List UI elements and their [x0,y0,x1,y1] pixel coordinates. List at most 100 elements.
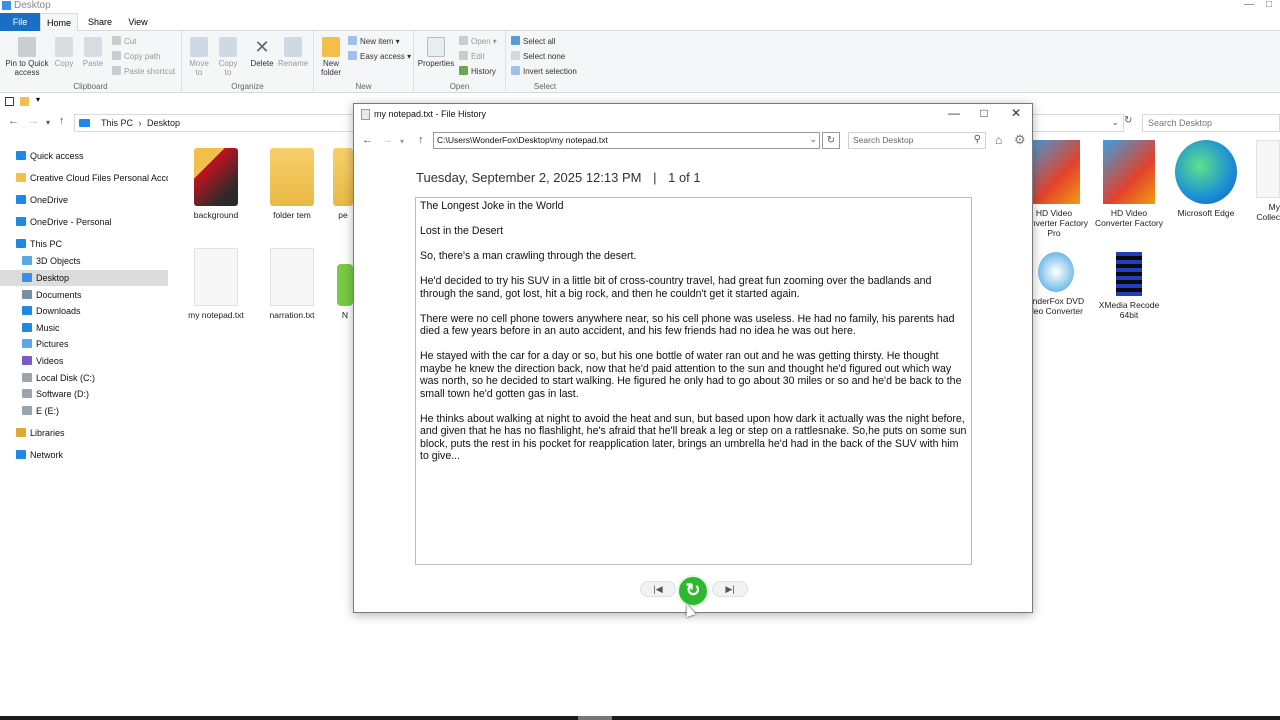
new-item-button[interactable]: New item ▾ [348,36,400,46]
sidebar-item[interactable]: Desktop [0,270,168,286]
properties-quick-icon[interactable] [5,97,14,106]
paste-shortcut-button[interactable]: Paste shortcut [112,66,175,76]
sidebar-item-label: OneDrive - Personal [30,217,112,227]
paste-button[interactable]: Paste [81,37,105,68]
select-none-label: Select none [523,52,566,61]
sidebar-item[interactable]: Creative Cloud Files Personal Account [0,170,168,186]
minimize-icon[interactable]: — [944,106,964,120]
breadcrumb-desktop[interactable]: Desktop [147,118,180,128]
copy-path-button[interactable]: Copy path [112,51,160,61]
explorer-title: Desktop [14,0,51,11]
tab-share[interactable]: Share [80,13,120,31]
back-arrow-icon[interactable]: ← [8,115,19,127]
delete-button[interactable]: ✕ Delete [248,37,276,68]
customize-toolbar-icon[interactable]: ▾ [36,95,45,104]
tab-view[interactable]: View [120,13,156,31]
minimize-icon[interactable]: — [1244,0,1254,10]
next-version-button[interactable]: ▶| [712,581,748,597]
restore-button[interactable]: ↻ [677,575,709,607]
open-button[interactable]: Open ▾ [459,36,497,46]
paste-shortcut-icon [112,66,121,75]
refresh-icon[interactable]: ↻ [1124,115,1132,126]
file-item[interactable]: pe [331,148,355,220]
edit-button[interactable]: Edit [459,51,485,61]
up-arrow-icon[interactable]: ↑ [418,134,424,146]
close-icon[interactable]: ✕ [1006,106,1026,120]
easy-access-button[interactable]: Easy access ▾ [348,51,411,61]
copy-path-icon [112,51,121,60]
select-all-button[interactable]: Select all [511,36,555,46]
search-input[interactable]: Search Desktop [1142,114,1280,132]
file-item[interactable]: Microsoft Edge [1171,140,1241,218]
file-history-address-bar[interactable]: C:\Users\WonderFox\Desktop\my notepad.tx… [433,132,820,149]
sidebar-item[interactable]: 3D Objects [0,253,168,269]
file-item[interactable]: N [336,264,354,320]
history-button[interactable]: History [459,66,496,76]
cut-button[interactable]: Cut [112,36,136,46]
clipboard-group-label: Clipboard [73,82,108,91]
file-item[interactable]: My Collec [1248,140,1280,222]
ribbon-tabs: File Home Share View [0,13,1280,31]
gear-icon[interactable]: ⚙ [1014,132,1026,148]
breadcrumb-this-pc[interactable]: This PC [101,118,133,128]
forward-arrow-icon[interactable]: → [382,134,393,146]
previous-version-button[interactable]: |◀ [640,581,676,597]
copy-to-icon [219,37,237,57]
sidebar-item[interactable]: Videos [0,353,168,369]
file-item[interactable]: XMedia Recode 64bit [1094,252,1164,320]
open-group-label: Open [449,82,470,91]
invert-selection-button[interactable]: Invert selection [511,66,577,76]
sidebar-item[interactable]: Downloads [0,303,168,319]
nav-item-icon [22,306,32,315]
sidebar-item-label: E (E:) [36,406,60,416]
invert-selection-label: Invert selection [523,67,577,76]
document-preview[interactable]: The Longest Joke in the World Lost in th… [415,197,972,565]
address-dropdown-icon[interactable]: ⌄ [809,134,817,145]
tab-file[interactable]: File [0,13,40,31]
copy-to-button[interactable]: Copy to [215,37,241,77]
forward-arrow-icon[interactable]: → [28,115,39,127]
maximize-icon[interactable]: □ [974,106,994,120]
recent-locations-icon[interactable]: ▾ [400,137,404,146]
new-folder-button[interactable]: New folder [318,37,344,77]
pin-quick-access-button[interactable]: Pin to Quick access [4,37,50,77]
maximize-icon[interactable]: □ [1266,0,1272,10]
file-item[interactable]: narration.txt [257,248,327,320]
tab-home[interactable]: Home [40,13,78,31]
select-none-button[interactable]: Select none [511,51,565,61]
copy-button[interactable]: Copy [52,37,76,68]
new-folder-quick-icon[interactable] [20,97,29,106]
nav-item-icon [16,151,26,160]
sidebar-item[interactable]: Software (D:) [0,386,168,402]
file-item[interactable]: folder tem [257,148,327,220]
sidebar-item[interactable]: Music [0,320,168,336]
recent-locations-icon[interactable]: ▾ [46,118,50,127]
properties-button[interactable]: Properties [417,37,455,68]
file-history-nav: ← → ▾ ↑ C:\Users\WonderFox\Desktop\my no… [354,131,1032,153]
move-to-button[interactable]: Move to [186,37,212,77]
home-icon[interactable]: ⌂ [995,133,1002,147]
sidebar-item[interactable]: E (E:) [0,403,168,419]
file-item[interactable]: HD Video Converter Factory [1094,140,1164,228]
sidebar-item[interactable]: Local Disk (C:) [0,370,168,386]
file-history-search-input[interactable]: Search Desktop ⚲ [848,132,986,149]
sidebar-item[interactable]: Libraries [0,425,168,441]
sidebar-item[interactable]: Quick access [0,148,168,164]
sidebar-item[interactable]: Documents [0,287,168,303]
sidebar-item[interactable]: Network [0,447,168,463]
refresh-button[interactable]: ↻ [822,132,840,149]
sidebar-item[interactable]: OneDrive - Personal [0,214,168,230]
sidebar-item-label: Desktop [36,273,70,283]
sidebar-item-label: Libraries [30,428,65,438]
taskbar-active-item[interactable] [578,716,612,720]
file-item[interactable]: background [181,148,251,220]
sidebar-item[interactable]: OneDrive [0,192,168,208]
rename-button[interactable]: Rename [278,37,308,68]
up-arrow-icon[interactable]: ↑ [59,115,65,127]
file-item[interactable]: my notepad.txt [181,248,251,320]
address-dropdown-icon[interactable]: ⌄ [1111,117,1119,128]
sidebar-item[interactable]: This PC [0,236,168,252]
sidebar-item[interactable]: Pictures [0,336,168,352]
sidebar-item-label: Creative Cloud Files Personal Account [30,173,168,183]
back-arrow-icon[interactable]: ← [362,134,373,146]
